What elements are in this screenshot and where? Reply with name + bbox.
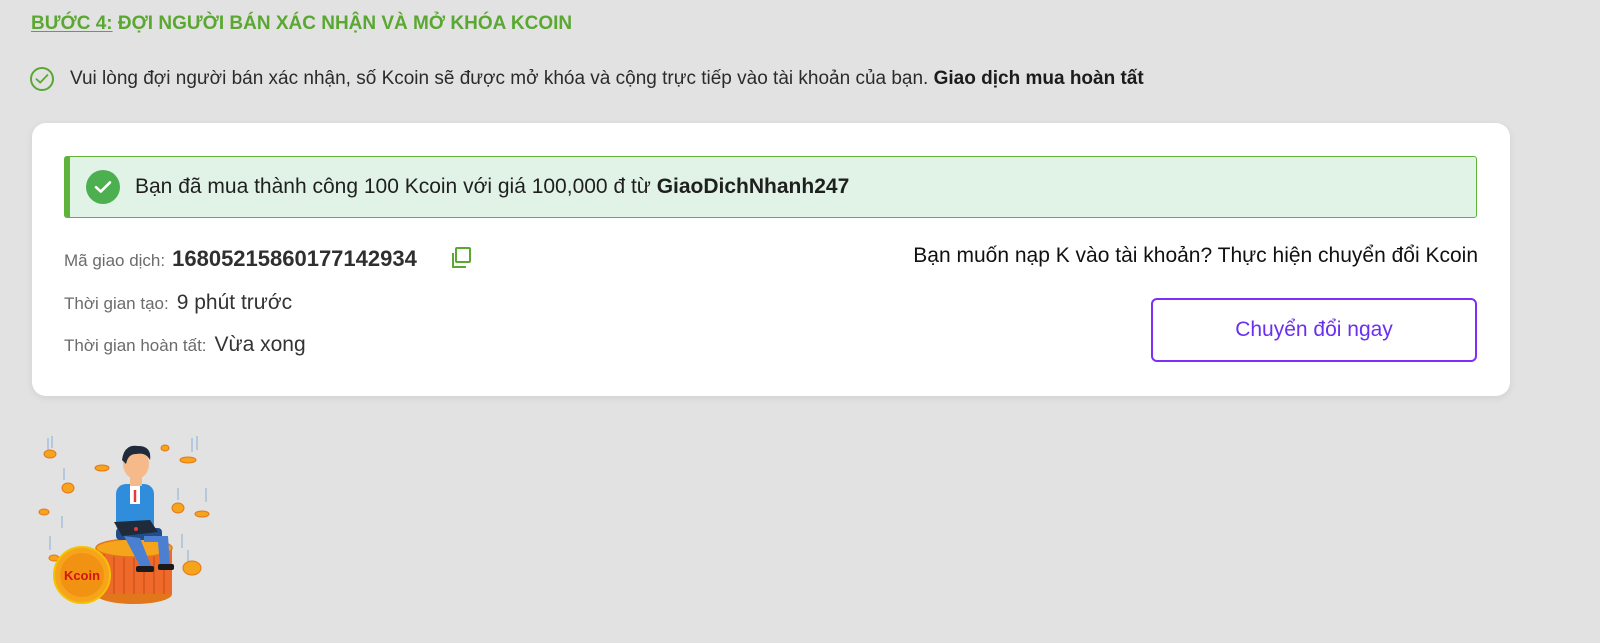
kcoin-illustration: Kcoin [32,436,222,621]
completed-time-row: Thời gian hoàn tất: Vừa xong [64,333,306,357]
transaction-id-row: Mã giao dịch: 16805215860177142934 [64,246,417,272]
check-circle-icon [30,67,54,91]
check-circle-filled-icon [86,170,120,204]
completed-time-value: Vừa xong [214,333,306,356]
transaction-card: Bạn đã mua thành công 100 Kcoin với giá … [32,123,1510,396]
kcoin-coin-label: Kcoin [64,568,100,583]
instruction-bold: Giao dịch mua hoàn tất [933,68,1144,89]
instruction-plain: Vui lòng đợi người bán xác nhận, số Kcoi… [70,68,929,89]
seller-name: GiaoDichNhanh247 [656,175,850,198]
created-time-row: Thời gian tạo: 9 phút trước [64,291,292,315]
success-message: Bạn đã mua thành công 100 Kcoin với giá … [135,175,849,199]
step-number: BƯỚC 4: [31,13,113,34]
transaction-id-value: 16805215860177142934 [172,246,417,271]
convert-question: Bạn muốn nạp K vào tài khoản? Thực hiện … [913,244,1478,267]
created-time-value: 9 phút trước [176,291,293,314]
instruction-line: Vui lòng đợi người bán xác nhận, số Kcoi… [30,67,1144,91]
transaction-id-label: Mã giao dịch: [64,251,166,270]
step-title: BƯỚC 4: ĐỢI NGƯỜI BÁN XÁC NHẬN VÀ MỞ KHÓ… [31,13,572,35]
success-message-text: Bạn đã mua thành công 100 Kcoin với giá … [135,175,651,198]
convert-now-button[interactable]: Chuyển đổi ngay [1151,298,1477,362]
completed-time-label: Thời gian hoàn tất: [64,336,207,355]
step-heading: ĐỢI NGƯỜI BÁN XÁC NHẬN VÀ MỞ KHÓA KCOIN [117,13,573,34]
success-alert: Bạn đã mua thành công 100 Kcoin với giá … [64,156,1477,218]
copy-icon[interactable] [448,245,474,271]
created-time-label: Thời gian tạo: [64,294,169,313]
instruction-text: Vui lòng đợi người bán xác nhận, số Kcoi… [70,68,1144,90]
